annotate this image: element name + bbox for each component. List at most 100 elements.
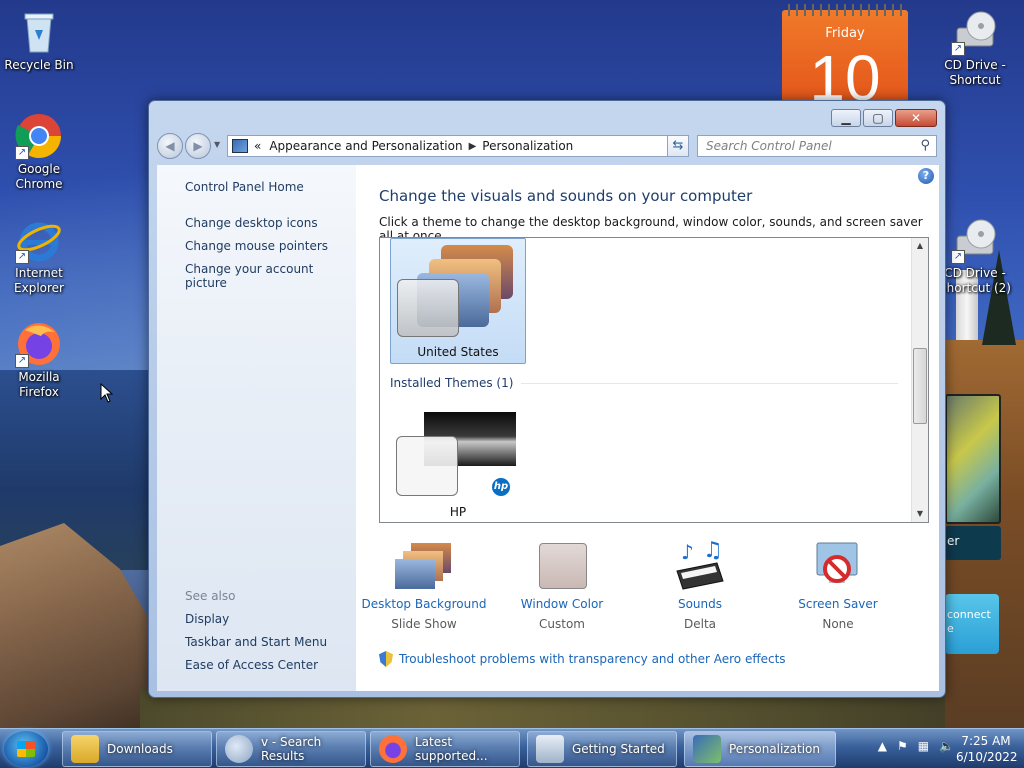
shortcut-arrow-icon: ↗ xyxy=(15,354,29,368)
screen-saver-icon xyxy=(809,541,867,591)
close-button[interactable]: ✕ xyxy=(895,109,937,127)
personalization-window[interactable]: ▁ ▢ ✕ ◀ ▶ ▼ « Appearance and Personaliza… xyxy=(148,100,946,698)
taskbar-start-menu-link[interactable]: Taskbar and Start Menu xyxy=(185,635,327,649)
change-account-picture-link[interactable]: Change your account picture xyxy=(185,262,356,290)
cd-drive-icon: ↗ xyxy=(951,8,999,56)
start-button[interactable] xyxy=(4,731,48,767)
theme-label: United States xyxy=(417,345,499,359)
taskbar-button-search-results[interactable]: v - Search Results xyxy=(216,731,366,767)
change-mouse-pointers-link[interactable]: Change mouse pointers xyxy=(185,239,328,253)
screen-saver-setting[interactable]: Screen Saver None xyxy=(773,541,903,631)
sounds-link[interactable]: Sounds xyxy=(635,597,765,611)
svg-text:♪: ♪ xyxy=(681,541,694,564)
theme-united-states[interactable]: United States xyxy=(390,238,526,364)
taskbar-button-downloads[interactable]: Downloads xyxy=(62,731,212,767)
screen-saver-value: None xyxy=(822,617,854,631)
shortcut-arrow-icon: ↗ xyxy=(951,250,965,264)
desktop-icon-internet-explorer[interactable]: ↗ Internet Explorer xyxy=(3,216,75,296)
restore-icon: ▢ xyxy=(872,111,884,125)
desktop-icon-label: Recycle Bin xyxy=(4,58,74,72)
hp-logo-icon: hp xyxy=(492,478,510,496)
display-link[interactable]: Display xyxy=(185,612,229,626)
desktop-icon-label: CD Drive - Shortcut xyxy=(944,58,1006,87)
calendar-rings xyxy=(788,4,902,16)
sounds-setting[interactable]: ♪ ♫ Sounds Delta xyxy=(635,538,765,631)
breadcrumb-personalization[interactable]: Personalization xyxy=(482,139,573,153)
minimize-icon: ▁ xyxy=(841,111,851,125)
troubleshoot-aero-link[interactable]: Troubleshoot problems with transparency … xyxy=(379,651,786,667)
scroll-up-icon[interactable]: ▲ xyxy=(912,238,928,254)
shortcut-arrow-icon: ↗ xyxy=(15,250,29,264)
calendar-gadget[interactable]: Friday 10 xyxy=(782,4,908,110)
change-desktop-icons-link[interactable]: Change desktop icons xyxy=(185,216,318,230)
desktop-icon-cd-drive-shortcut-2[interactable]: ↗ CD Drive - Shortcut (2) xyxy=(939,216,1011,296)
recycle-bin-icon xyxy=(15,8,63,56)
taskbar-button-firefox[interactable]: Latest supported... xyxy=(370,731,520,767)
folder-icon xyxy=(71,735,99,763)
desktop-icon-recycle-bin[interactable]: Recycle Bin xyxy=(3,8,75,73)
control-panel-icon xyxy=(232,139,248,153)
taskbar-label: Latest supported... xyxy=(415,735,488,763)
scrollbar-thumb[interactable] xyxy=(913,348,927,424)
desktop-icon-cd-drive-shortcut[interactable]: ↗ CD Drive - Shortcut xyxy=(939,8,1011,88)
volume-muted-icon[interactable]: 🔈 xyxy=(939,739,954,753)
installed-themes-heading: Installed Themes (1) xyxy=(390,376,514,390)
show-hidden-icons-icon[interactable]: ▲ xyxy=(878,739,887,753)
slideshow-gadget[interactable] xyxy=(945,394,1001,524)
forward-arrow-icon: ▶ xyxy=(193,139,203,153)
refresh-button[interactable]: ⇆ xyxy=(667,135,689,157)
mouse-cursor-icon xyxy=(100,383,114,403)
back-button[interactable]: ◀ xyxy=(157,133,183,159)
maximize-button[interactable]: ▢ xyxy=(863,109,893,127)
navigation-bar: ◀ ▶ ▼ « Appearance and Personalization ▶… xyxy=(157,133,937,159)
taskbar-clock[interactable]: 7:25 AM 6/10/2022 xyxy=(956,733,1018,765)
control-panel-home-link[interactable]: Control Panel Home xyxy=(185,180,304,194)
network-icon[interactable]: ▦ xyxy=(918,739,929,753)
screen-saver-link[interactable]: Screen Saver xyxy=(773,597,903,611)
back-arrow-icon: ◀ xyxy=(165,139,175,153)
notification-area: ▲ ⚑ ▦ 🔈 xyxy=(868,739,954,753)
help-icon[interactable]: ? xyxy=(918,168,934,184)
desktop-background-setting[interactable]: Desktop Background Slide Show xyxy=(359,541,489,631)
scroll-down-icon[interactable]: ▼ xyxy=(912,506,928,522)
desktop-icon-google-chrome[interactable]: ↗ Google Chrome xyxy=(3,112,75,192)
taskbar-button-getting-started[interactable]: Getting Started xyxy=(527,731,677,767)
troubleshoot-text[interactable]: Troubleshoot problems with transparency … xyxy=(399,652,786,666)
recent-pages-chevron-icon[interactable]: ▼ xyxy=(214,140,220,149)
theme-hp[interactable]: hp HP xyxy=(390,408,526,522)
taskbar-button-personalization[interactable]: Personalization xyxy=(684,731,836,767)
personalization-icon xyxy=(693,735,721,763)
chrome-icon: ↗ xyxy=(15,112,63,160)
cd-drive-icon: ↗ xyxy=(951,216,999,264)
theme-list[interactable]: United States Installed Themes (1) hp HP… xyxy=(379,237,929,523)
windows-logo-icon xyxy=(17,741,35,757)
address-bar[interactable]: « Appearance and Personalization ▶ Perso… xyxy=(227,135,687,157)
desktop-background-link[interactable]: Desktop Background xyxy=(359,597,489,611)
theme-list-scrollbar[interactable]: ▲ ▼ xyxy=(911,238,928,522)
forward-button[interactable]: ▶ xyxy=(185,133,211,159)
sounds-icon: ♪ ♫ xyxy=(671,538,729,591)
window-color-link[interactable]: Window Color xyxy=(497,597,627,611)
connect-gadget[interactable]: connect e xyxy=(945,594,999,654)
group-divider xyxy=(521,382,898,384)
minimize-button[interactable]: ▁ xyxy=(831,109,861,127)
shortcut-arrow-icon: ↗ xyxy=(15,146,29,160)
connect-gadget-text: connect e xyxy=(947,608,991,635)
window-color-value: Custom xyxy=(539,617,585,631)
media-center-gadget[interactable]: er xyxy=(945,526,1001,560)
desktop-background-value: Slide Show xyxy=(391,617,457,631)
desktop-icon-mozilla-firefox[interactable]: ↗ Mozilla Firefox xyxy=(3,320,75,400)
search-input[interactable]: Search Control Panel ⚲ xyxy=(697,135,937,157)
installed-themes-group: Installed Themes (1) xyxy=(390,376,898,390)
ease-of-access-link[interactable]: Ease of Access Center xyxy=(185,658,318,672)
breadcrumb-overflow[interactable]: « xyxy=(254,139,261,153)
breadcrumb-separator-icon[interactable]: ▶ xyxy=(469,141,477,152)
window-color-setting[interactable]: Window Color Custom xyxy=(497,541,627,631)
search-placeholder: Search Control Panel xyxy=(706,139,832,153)
action-center-flag-icon[interactable]: ⚑ xyxy=(897,739,908,753)
search-icon[interactable]: ⚲ xyxy=(920,138,930,153)
taskbar-label: v - Search Results xyxy=(261,735,322,763)
clock-time: 7:25 AM xyxy=(961,734,1011,748)
firefox-icon: ↗ xyxy=(15,320,63,368)
breadcrumb-appearance[interactable]: Appearance and Personalization xyxy=(269,139,462,153)
